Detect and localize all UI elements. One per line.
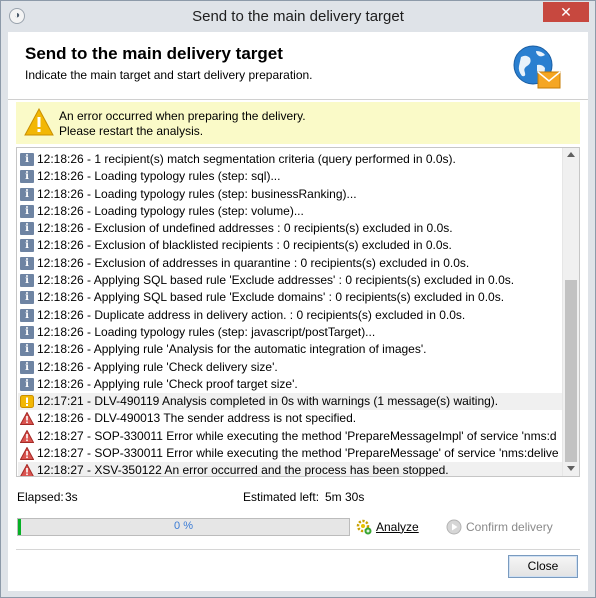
analyze-gear-icon [356,519,372,535]
window-close-button[interactable]: ✕ [543,2,589,22]
elapsed-value: 3s [65,490,78,504]
log-scrollbar[interactable] [562,148,579,476]
log-row-text: 12:17:21 - DLV-490119 Analysis completed… [37,394,499,409]
scroll-down-icon[interactable] [567,466,575,471]
progress-stats: Elapsed: 3s Estimated left: 5m 30s [17,490,581,508]
log-row-text: 12:18:26 - Exclusion of addresses in qua… [37,255,470,270]
elapsed-label: Elapsed: [17,490,64,504]
dialog-header: Send to the main delivery target Indicat… [8,32,588,97]
warning-icon [24,108,54,136]
log-row[interactable]: i 12:18:26 - Exclusion of blacklisted rec… [18,237,562,254]
info-icon: i [20,256,34,270]
log-row[interactable]: i 12:18:26 - Applying SQL based rule 'Exc… [18,289,562,306]
info-icon: i [20,291,34,305]
error-line-2: Please restart the analysis. [59,124,204,138]
window-title: Send to the main delivery target [192,8,404,25]
log-row[interactable]: 12:18:26 - DLV-490013 The sender address… [18,410,562,427]
play-icon [446,519,462,535]
analyze-label: Analyze [376,520,419,534]
error-line-1: An error occurred when preparing the del… [59,109,306,123]
log-row-text: 12:18:26 - Applying rule 'Analysis for t… [37,342,427,357]
log-row-text: 12:18:26 - Applying rule 'Check proof ta… [37,376,298,391]
log-row[interactable]: i 12:18:26 - Applying rule 'Check deliver… [18,359,562,376]
log-row-text: 12:18:26 - Applying SQL based rule 'Excl… [37,290,505,305]
log-row-text: 12:18:26 - Loading typology rules (step:… [37,169,281,184]
close-button[interactable]: Close [508,555,578,578]
error-row-icon [20,447,34,461]
log-rows: i 12:18:26 - 1 recipient(s) match segment… [18,151,562,477]
log-row[interactable]: i 12:18:26 - Applying rule 'Analysis for … [18,341,562,358]
log-row[interactable]: i 12:18:26 - Loading typology rules (step… [18,186,562,203]
error-row-icon [20,464,34,476]
title-bar[interactable]: ◑ Send to the main delivery target ✕ [1,1,595,32]
error-message: An error occurred when preparing the del… [59,109,306,139]
log-row-text: 12:18:26 - Exclusion of undefined addres… [37,221,453,236]
log-row[interactable]: 12:17:21 - DLV-490119 Analysis completed… [18,393,562,411]
header-separator [8,99,588,100]
header-subtitle: Indicate the main target and start deliv… [25,68,313,82]
info-icon: i [20,170,34,184]
log-row[interactable]: i 12:18:26 - Loading typology rules (step… [18,324,562,341]
info-icon: i [20,153,34,166]
log-row[interactable]: i 12:18:26 - Duplicate address in deliver… [18,307,562,324]
log-row[interactable]: i 12:18:26 - Exclusion of undefined addre… [18,220,562,237]
globe-mail-icon [513,45,561,89]
log-row-text: 12:18:26 - 1 recipient(s) match segmenta… [37,152,456,166]
dialog-body: Send to the main delivery target Indicat… [8,32,588,591]
log-row-text: 12:18:26 - DLV-490013 The sender address… [37,411,357,426]
log-row[interactable]: 12:18:27 - SOP-330011 Error while execut… [18,428,562,445]
info-icon: i [20,308,34,322]
estimated-left-label: Estimated left: [243,490,320,504]
log-row[interactable]: i 12:18:26 - Applying SQL based rule 'Exc… [18,272,562,289]
scroll-up-icon[interactable] [567,152,575,157]
info-icon: i [20,204,34,218]
footer-separator [16,549,580,550]
log-row-text: 12:18:26 - Exclusion of blacklisted reci… [37,238,452,253]
log-row-text: 12:18:27 - XSV-350122 An error occurred … [37,463,449,477]
info-icon: i [20,325,34,339]
log-row-text: 12:18:27 - SOP-330011 Error while execut… [37,446,559,461]
estimated-left-value: 5m 30s [325,490,365,504]
log-row-text: 12:18:26 - Loading typology rules (step:… [37,203,304,218]
progress-label: 0 % [174,520,193,532]
confirm-delivery-label: Confirm delivery [466,520,553,534]
log-row[interactable]: 12:18:27 - XSV-350122 An error occurred … [18,462,562,477]
log-row[interactable]: i 12:18:26 - 1 recipient(s) match segment… [18,151,562,168]
log-row[interactable]: i 12:18:26 - Applying rule 'Check proof t… [18,376,562,393]
info-icon: i [20,343,34,357]
error-banner: An error occurred when preparing the del… [16,102,580,144]
log-list[interactable]: i 12:18:26 - 1 recipient(s) match segment… [16,147,580,477]
log-row-text: 12:18:26 - Applying SQL based rule 'Excl… [37,273,515,288]
error-row-icon [20,429,34,443]
header-title: Send to the main delivery target [25,44,283,63]
log-row[interactable]: 12:18:27 - SOP-330011 Error while execut… [18,445,562,462]
log-row-text: 12:18:26 - Loading typology rules (step:… [37,186,357,201]
info-icon: i [20,360,34,374]
dialog-window: ◑ Send to the main delivery target ✕ Sen… [0,0,596,598]
log-row[interactable]: i 12:18:26 - Loading typology rules (step… [18,168,562,185]
log-row-text: 12:18:27 - SOP-330011 Error while execut… [37,428,557,443]
log-row[interactable]: i 12:18:26 - Loading typology rules (step… [18,203,562,220]
info-icon: i [20,187,34,201]
info-icon: i [20,222,34,236]
error-row-icon [20,412,34,426]
log-row-text: 12:18:26 - Loading typology rules (step:… [37,324,376,339]
info-icon: i [20,274,34,288]
warning-row-icon [20,395,34,409]
log-row-text: 12:18:26 - Duplicate address in delivery… [37,307,466,322]
scroll-thumb[interactable] [565,280,577,462]
info-icon: i [20,377,34,391]
log-row-text: 12:18:26 - Applying rule 'Check delivery… [37,359,278,374]
info-icon: i [20,239,34,253]
progress-bar: 0 % [17,518,350,536]
log-row[interactable]: i 12:18:26 - Exclusion of addresses in qu… [18,255,562,272]
